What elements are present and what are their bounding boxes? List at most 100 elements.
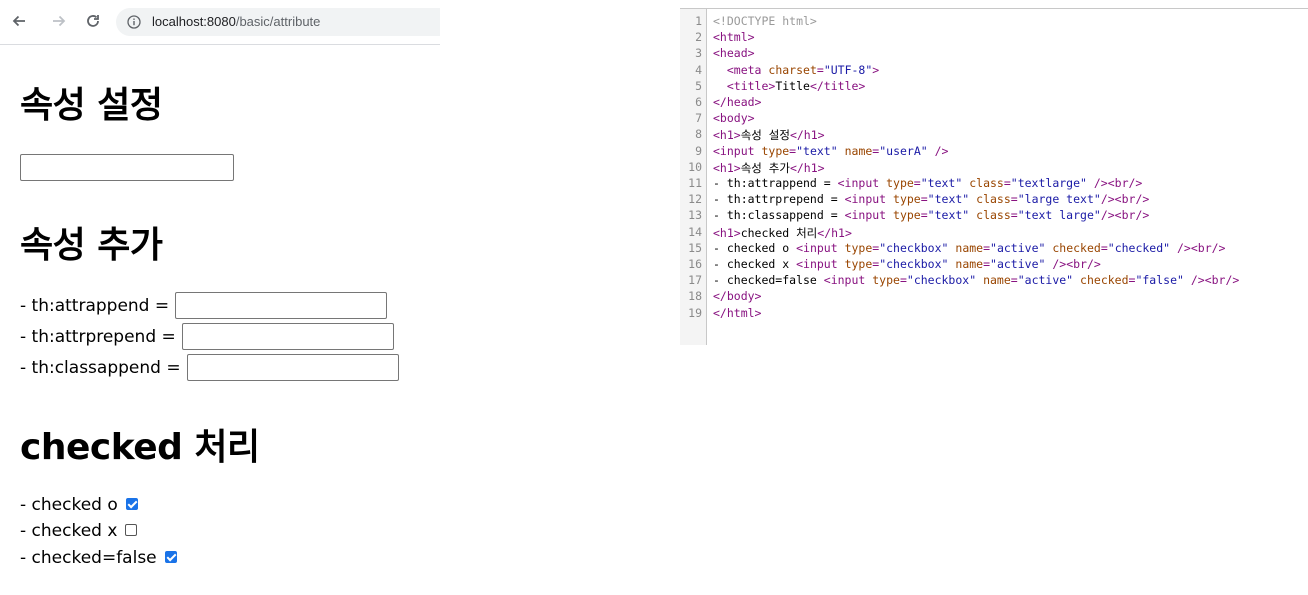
code-token: checked xyxy=(1080,273,1129,288)
line-code: - checked=false <input type="checkbox" n… xyxy=(713,273,1239,287)
attrappend-input[interactable] xyxy=(175,292,388,319)
url-path: /basic/attribute xyxy=(235,14,321,29)
attrprepend-input[interactable] xyxy=(181,323,394,350)
heading-attribute-set: 속성 설정 xyxy=(20,85,163,126)
address-bar[interactable]: localhost:8080/basic/attribute xyxy=(116,8,440,36)
code-token: "text" xyxy=(927,208,970,223)
code-token: checked xyxy=(1052,240,1101,255)
code-token: name xyxy=(844,143,873,158)
line-number: 1 xyxy=(695,14,702,28)
checked-o-label: - checked o xyxy=(20,495,118,515)
line-number: 3 xyxy=(695,46,702,61)
code-token: 속성 추가 xyxy=(740,160,790,175)
view-source-panel: 1 <!DOCTYPE html> 2 <html> 3 <head> 4 <meta ch… xyxy=(680,8,1308,345)
line-code: - th:attrappend = <input type="text" cla… xyxy=(713,176,1142,190)
url-host: localhost:8080 xyxy=(152,14,236,29)
attrprepend-row: - th:attrprepend = xyxy=(20,323,394,350)
code-token: </h1> xyxy=(789,128,825,143)
line-code: <h1>checked 처리</h1> xyxy=(713,225,852,241)
code-token: name xyxy=(983,273,1011,288)
code-token: "checkbox" xyxy=(879,257,949,271)
code-token: > xyxy=(872,62,880,77)
code-token: "text" xyxy=(920,176,963,190)
classappend-input[interactable] xyxy=(186,354,399,381)
code-token: <br/> xyxy=(1114,192,1150,207)
code-token: <input xyxy=(713,143,762,158)
info-icon[interactable] xyxy=(127,15,141,29)
checked-x-checkbox[interactable] xyxy=(125,524,138,536)
code-token: <title> xyxy=(726,78,776,93)
code-token: /> xyxy=(1183,273,1205,288)
code-token: "active" xyxy=(990,240,1046,255)
line-number: 4 xyxy=(695,62,702,77)
line-number: 15 xyxy=(688,240,702,255)
line-number: 8 xyxy=(695,127,702,142)
code-token: class xyxy=(976,192,1011,207)
code-token: "checkbox" xyxy=(879,240,949,255)
reload-button[interactable] xyxy=(84,12,102,30)
forward-button[interactable] xyxy=(50,12,68,30)
line-code: - th:classappend = <input type="text" cl… xyxy=(713,208,1149,222)
code-token: Title xyxy=(775,78,810,93)
code-token: /> xyxy=(1086,176,1108,190)
line-number: 10 xyxy=(688,159,702,174)
code-token: = xyxy=(1003,176,1011,190)
line-number: 19 xyxy=(688,305,702,320)
code-token: <input xyxy=(844,192,894,207)
checked-x-row: - checked x xyxy=(20,521,138,541)
code-token: = xyxy=(816,62,824,77)
code-token: = xyxy=(1010,192,1018,207)
code-token: <br/> xyxy=(1066,257,1101,271)
code-token: <h1> xyxy=(713,160,741,175)
line-number: 17 xyxy=(688,273,702,288)
back-button[interactable] xyxy=(10,12,28,30)
code-token: "false" xyxy=(1135,273,1184,288)
line-code: - checked x <input type="checkbox" name=… xyxy=(713,257,1101,271)
code-token: checked 처리 xyxy=(740,225,818,240)
code-token: = xyxy=(920,192,928,207)
line-code: <head> xyxy=(713,46,755,60)
checked-o-checkbox[interactable] xyxy=(125,498,138,510)
checked-false-checkbox[interactable] xyxy=(164,551,177,563)
code-token: /> xyxy=(927,143,949,158)
line-number: 12 xyxy=(688,192,702,207)
code-token: <h1> xyxy=(713,225,741,240)
line-number: 11 xyxy=(688,176,702,190)
arrow-left-icon xyxy=(12,15,25,27)
code-token: "active" xyxy=(1017,273,1074,288)
code-token: "UTF-8" xyxy=(823,62,873,77)
line-number: 14 xyxy=(688,224,702,239)
code-token: name xyxy=(955,257,984,271)
code-token: <input xyxy=(796,257,845,271)
code-token: type xyxy=(886,176,914,190)
code-token: <input xyxy=(796,240,845,255)
code-token: <input xyxy=(844,208,894,223)
code-token: "text large" xyxy=(1017,208,1101,223)
line-code: <h1>속성 추가</h1> xyxy=(713,160,825,176)
attrprepend-label: - th:attrprepend = xyxy=(20,326,176,347)
code-token: = xyxy=(920,208,928,223)
line-code: <meta charset="UTF-8"> xyxy=(713,63,879,77)
code-token: - checked o xyxy=(713,240,797,255)
arrow-right-icon xyxy=(53,15,66,27)
code-token: - checked x xyxy=(713,257,797,271)
code-token: <!DOCTYPE html> xyxy=(713,14,817,28)
code-token: </title> xyxy=(809,78,866,93)
code-token: <head> xyxy=(713,46,755,61)
line-number: 5 xyxy=(695,78,702,93)
code-token: - th:attrprepend = xyxy=(713,192,845,207)
line-number: 6 xyxy=(695,95,702,109)
attrappend-row: - th:attrappend = xyxy=(20,292,388,319)
code-token: <br/> xyxy=(1190,240,1226,255)
code-token: "textlarge" xyxy=(1010,176,1087,190)
line-number: 9 xyxy=(695,143,702,158)
checked-o-row: - checked o xyxy=(20,495,138,515)
code-token: "checkbox" xyxy=(906,273,977,288)
user-a-input[interactable] xyxy=(20,154,234,181)
code-token: "userA" xyxy=(879,143,928,158)
line-code: </head> xyxy=(713,95,761,109)
line-number: 7 xyxy=(695,111,702,126)
code-token: type xyxy=(872,273,900,288)
code-token: <input xyxy=(837,176,887,190)
